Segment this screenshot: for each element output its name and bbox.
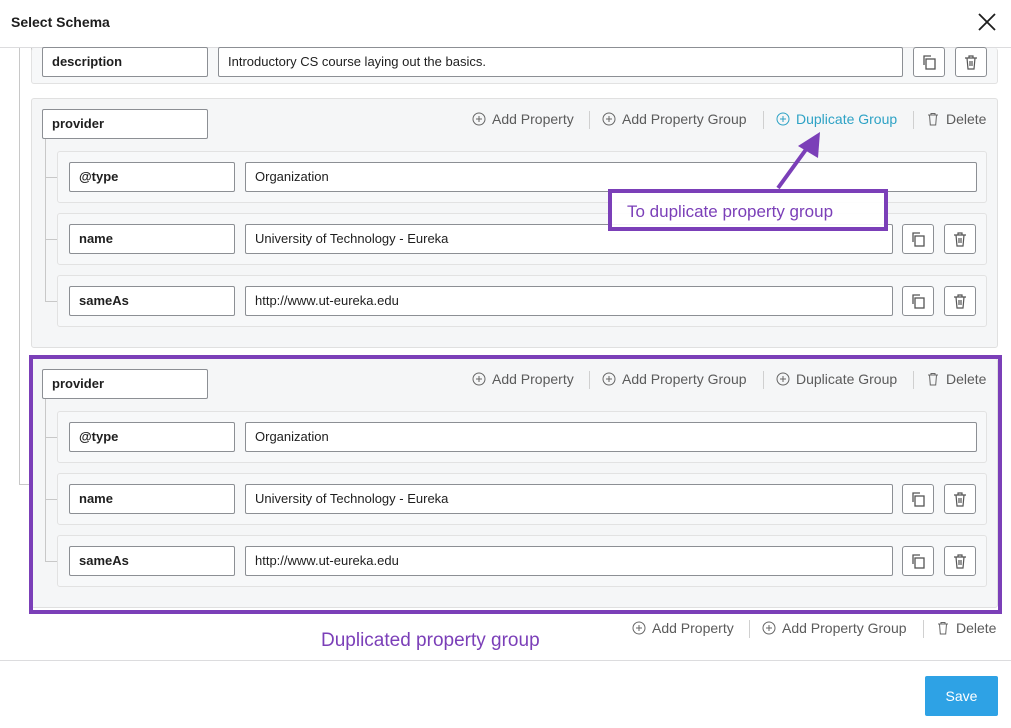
delete-group-button[interactable]: Delete [926, 111, 986, 127]
delete-button[interactable] [955, 47, 987, 77]
annotation-duplicate-note: To duplicate property group [608, 189, 888, 231]
trash-icon [928, 113, 938, 126]
separator [923, 620, 924, 638]
delete-button[interactable]: Delete [936, 620, 996, 636]
delete-label: Delete [956, 620, 997, 636]
add-property-label: Add Property [492, 111, 574, 127]
copy-icon [923, 55, 936, 70]
plus-circle-icon [762, 621, 776, 635]
property-key-input[interactable]: sameAs [69, 286, 235, 316]
separator [749, 620, 750, 638]
copy-icon [912, 294, 925, 309]
plus-circle-icon [472, 112, 486, 126]
trash-icon [954, 294, 966, 309]
plus-circle-icon [602, 112, 616, 126]
duplicate-group-button[interactable]: Duplicate Group [776, 111, 897, 127]
tree-line [45, 301, 57, 302]
plus-circle-icon [776, 112, 790, 126]
trash-icon [965, 55, 977, 70]
copy-button[interactable] [902, 224, 934, 254]
plus-circle-icon [632, 621, 646, 635]
duplicate-group-label: Duplicate Group [796, 111, 898, 127]
add-property-button[interactable]: Add Property [472, 111, 574, 127]
add-property-label: Add Property [652, 620, 734, 636]
annotation-arrow [776, 132, 820, 190]
add-property-button[interactable]: Add Property [632, 620, 734, 636]
separator [763, 111, 764, 129]
add-property-group-button[interactable]: Add Property Group [602, 111, 747, 127]
add-property-group-label: Add Property Group [622, 111, 747, 127]
add-property-group-button[interactable]: Add Property Group [762, 620, 907, 636]
delete-group-label: Delete [946, 111, 987, 127]
dialog-title: Select Schema [11, 14, 110, 30]
separator [913, 111, 914, 129]
property-value-input[interactable]: Introductory CS course laying out the ba… [218, 47, 903, 77]
property-key-input[interactable]: description [42, 47, 208, 77]
copy-button[interactable] [913, 47, 945, 77]
property-key-input[interactable]: @type [69, 162, 235, 192]
save-button[interactable]: Save [925, 676, 998, 716]
dialog-header: Select Schema [0, 0, 1011, 48]
property-value-input[interactable]: http://www.ut-eureka.edu [245, 286, 893, 316]
trash-icon [954, 232, 966, 247]
annotation-highlight-box [29, 355, 1002, 614]
copy-icon [912, 232, 925, 247]
delete-button[interactable] [944, 224, 976, 254]
annotation-caption: Duplicated property group [321, 630, 540, 651]
property-key-input[interactable]: name [69, 224, 235, 254]
property-value-input[interactable]: Organization [245, 162, 977, 192]
copy-button[interactable] [902, 286, 934, 316]
dialog-footer [0, 660, 1011, 728]
delete-button[interactable] [944, 286, 976, 316]
annotation-duplicate-text: To duplicate property group [627, 202, 834, 221]
add-property-group-label: Add Property Group [782, 620, 907, 636]
tree-line [45, 239, 57, 240]
close-icon[interactable] [976, 11, 998, 33]
tree-line [45, 177, 57, 178]
trash-icon [938, 622, 948, 635]
group-key-input[interactable]: provider [42, 109, 208, 139]
separator [589, 111, 590, 129]
tree-line [45, 139, 46, 301]
tree-line [19, 48, 20, 485]
